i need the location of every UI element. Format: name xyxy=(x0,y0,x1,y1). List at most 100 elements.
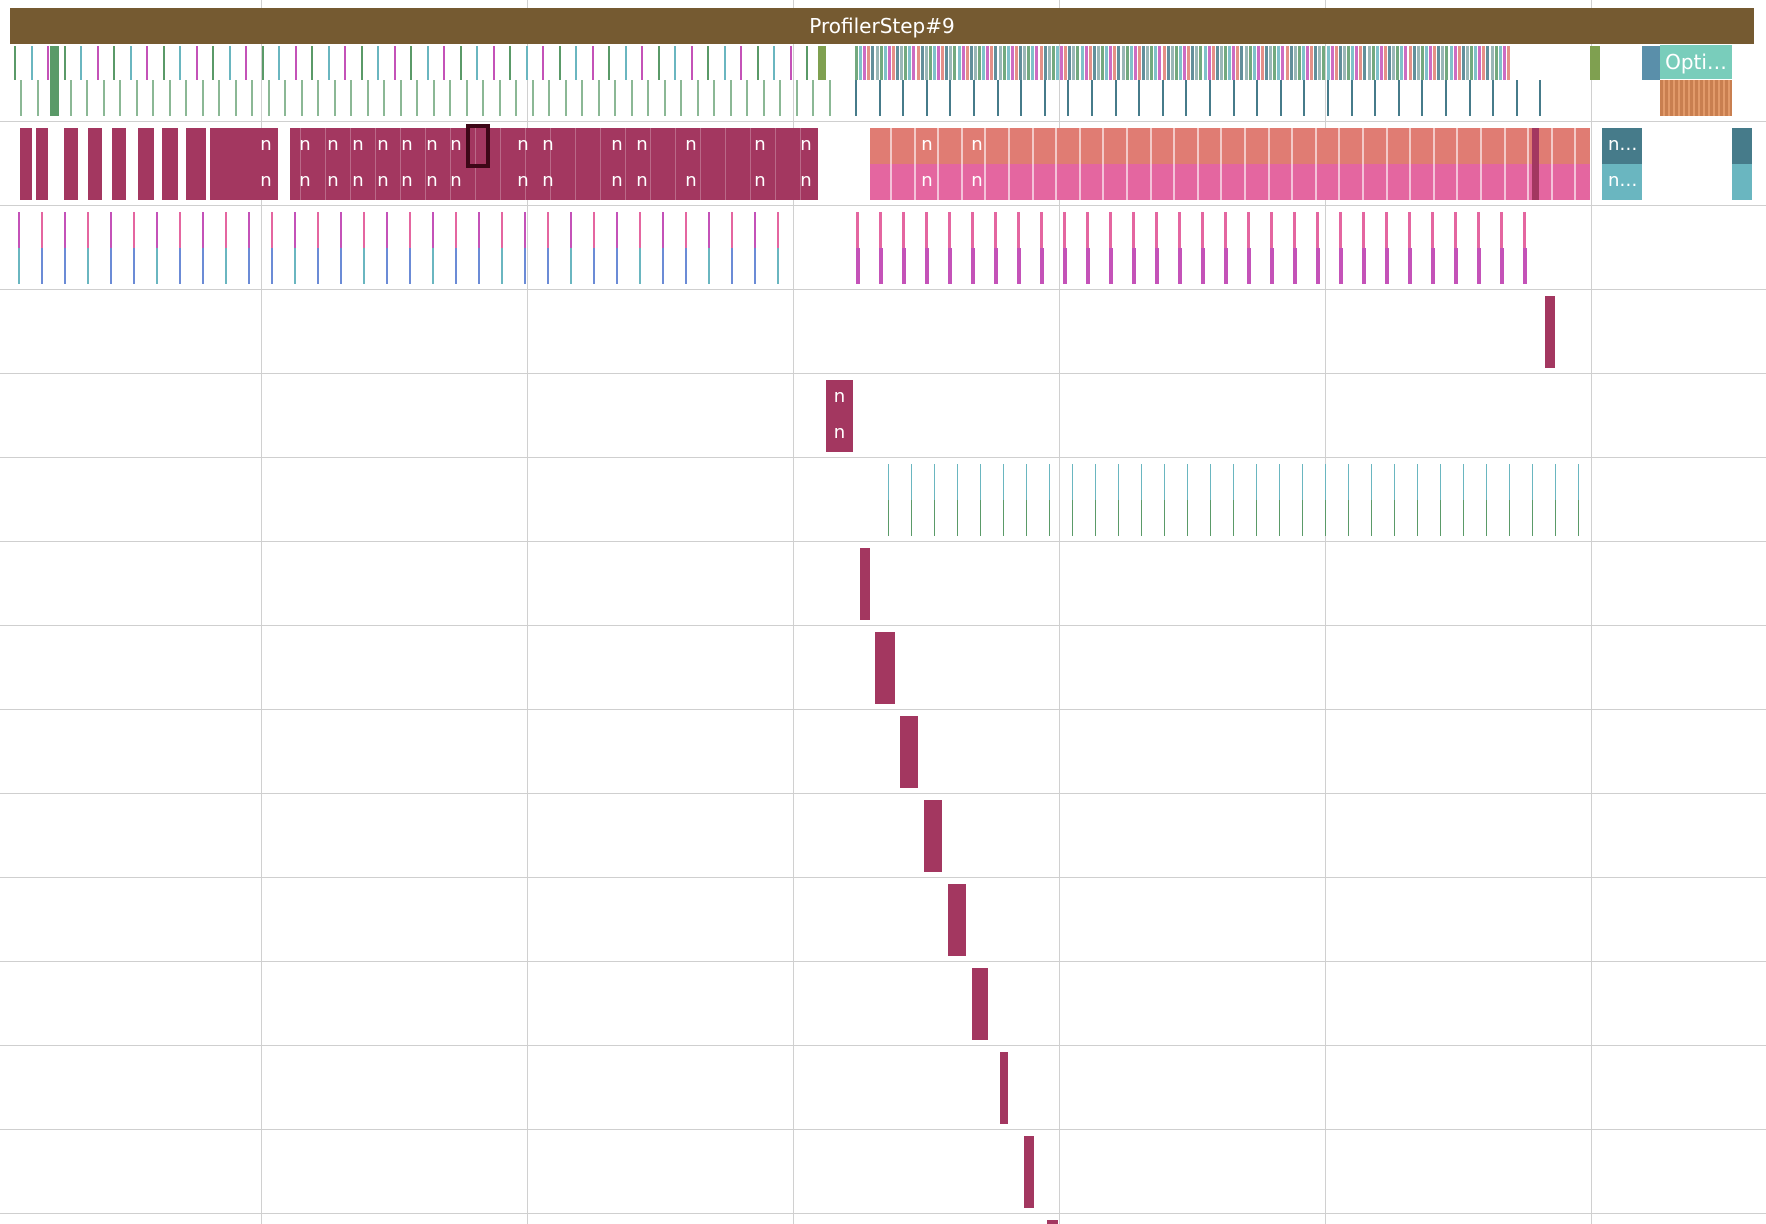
op-tick xyxy=(1351,46,1355,80)
op-tick xyxy=(1207,46,1211,80)
event-tick xyxy=(248,212,250,248)
op-tick xyxy=(729,80,732,116)
truncated-slice-bottom[interactable]: n… xyxy=(1602,164,1642,200)
event-tick xyxy=(1233,464,1234,500)
kernel-slice[interactable] xyxy=(210,128,232,200)
event-tick xyxy=(1155,212,1158,248)
event-tick xyxy=(1210,464,1211,500)
kernel-slice[interactable] xyxy=(36,128,48,200)
op-label-n: n xyxy=(800,134,812,155)
op-tick xyxy=(608,46,610,80)
op-tick xyxy=(261,46,264,80)
kernel-slice[interactable] xyxy=(1532,128,1539,200)
slice-divider xyxy=(1456,128,1459,200)
op-tick xyxy=(1161,80,1164,116)
op-tick xyxy=(973,46,977,80)
event-tick xyxy=(639,248,641,284)
slice-divider xyxy=(1126,128,1128,200)
op-tick xyxy=(1114,80,1117,116)
op-tick xyxy=(986,46,990,80)
event-tick xyxy=(1578,464,1579,500)
slice-divider xyxy=(550,128,551,200)
kernel-slice[interactable] xyxy=(112,128,126,200)
optimizer-slice[interactable]: Opti… xyxy=(1660,45,1732,79)
kernel-slice[interactable] xyxy=(1732,128,1752,164)
kernel-slice[interactable] xyxy=(1024,1136,1034,1208)
op-tick xyxy=(908,46,912,80)
op-tick xyxy=(1031,46,1035,80)
event-tick xyxy=(432,248,434,284)
kernel-slice[interactable] xyxy=(924,800,942,872)
op-label-n: n xyxy=(542,170,554,191)
op-tick xyxy=(1020,80,1023,116)
op-tick xyxy=(941,46,945,80)
event-tick xyxy=(994,212,997,248)
op-tick xyxy=(416,80,418,116)
op-tick xyxy=(1055,46,1059,80)
kernel-slice[interactable] xyxy=(1000,1052,1008,1124)
op-tick xyxy=(746,80,748,116)
op-tick xyxy=(937,46,940,80)
op-tick xyxy=(878,80,881,116)
op-tick xyxy=(920,46,924,80)
slice-divider xyxy=(675,128,676,200)
kernel-slice[interactable] xyxy=(1047,1220,1058,1224)
kernel-slice[interactable] xyxy=(900,716,918,788)
event-tick xyxy=(662,212,664,248)
trace-timeline[interactable]: nnnnnnnnnnnnnnnnnnnnnnnnnnnnnnnnnnnn Pro… xyxy=(0,0,1766,1224)
op-tick xyxy=(86,80,88,116)
op-tick xyxy=(875,46,879,80)
op-tick xyxy=(393,46,396,80)
kernel-slice[interactable] xyxy=(875,632,895,704)
event-tick xyxy=(156,212,158,248)
kernel-slice[interactable] xyxy=(1732,164,1752,200)
event-tick xyxy=(1555,500,1556,536)
row-separator xyxy=(0,1213,1766,1214)
op-tick xyxy=(515,80,517,116)
op-tick xyxy=(1236,46,1240,80)
kernel-slice[interactable] xyxy=(64,128,78,200)
event-tick xyxy=(911,500,912,536)
event-tick xyxy=(1532,464,1533,500)
kernel-slice[interactable] xyxy=(860,548,870,620)
event-tick xyxy=(271,212,273,248)
slice-divider xyxy=(1480,128,1482,200)
truncated-slice-top[interactable]: n… xyxy=(1602,128,1642,164)
kernel-slice[interactable] xyxy=(138,128,154,200)
kernel-slice[interactable] xyxy=(948,884,966,956)
kernel-slice[interactable] xyxy=(1545,296,1555,368)
event-tick xyxy=(980,464,981,500)
selected-slice-highlight[interactable] xyxy=(466,124,490,168)
op-tick xyxy=(465,80,468,116)
slice-divider xyxy=(1267,128,1270,200)
op-tick xyxy=(1303,80,1306,116)
slice-divider xyxy=(425,128,426,200)
op-tick xyxy=(129,46,132,80)
profiler-step-slice[interactable]: ProfilerStep#9 xyxy=(10,8,1754,44)
op-tick xyxy=(498,80,501,116)
op-tick xyxy=(476,46,478,80)
slice-divider xyxy=(775,128,776,200)
op-tick xyxy=(932,46,936,80)
op-tick xyxy=(812,80,814,116)
kernel-slice[interactable] xyxy=(88,128,102,200)
row-separator xyxy=(0,1129,1766,1130)
op-label-n: n xyxy=(611,134,623,155)
op-tick xyxy=(558,46,561,80)
op-tick xyxy=(1397,80,1400,116)
kernel-slice[interactable] xyxy=(186,128,206,200)
slice-divider xyxy=(1338,128,1341,200)
op-tick xyxy=(548,80,550,116)
op-tick xyxy=(1219,46,1223,80)
op-tick xyxy=(152,80,154,116)
kernel-slice[interactable] xyxy=(162,128,178,200)
kernel-slice[interactable] xyxy=(20,128,32,200)
slice-divider xyxy=(1503,128,1506,200)
kernel-slice[interactable] xyxy=(972,968,988,1040)
event-tick xyxy=(948,212,951,248)
event-tick xyxy=(1362,212,1365,248)
event-tick xyxy=(1178,248,1182,284)
op-tick xyxy=(1215,46,1219,80)
op-label-n: n xyxy=(377,170,389,191)
event-tick xyxy=(409,248,411,284)
